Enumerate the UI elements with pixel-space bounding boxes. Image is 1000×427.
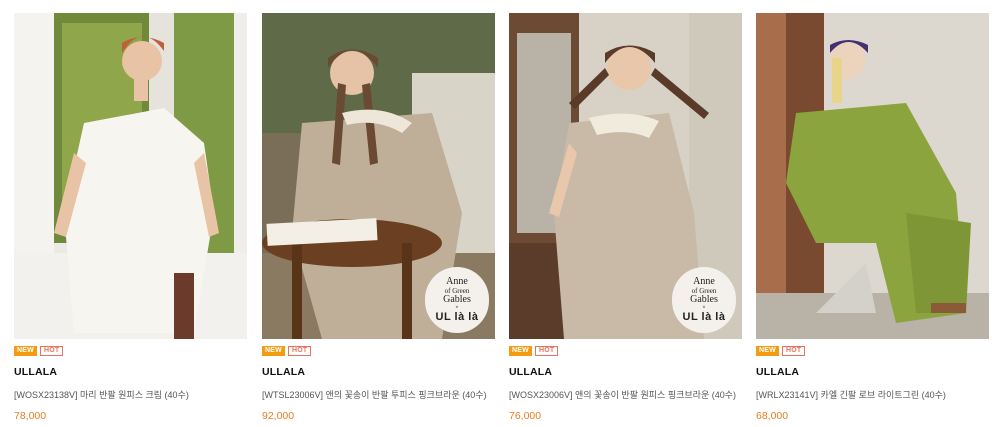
hot-badge: HOT <box>39 346 64 356</box>
hot-badge: HOT <box>781 346 806 356</box>
product-price: 92,000 <box>262 410 295 422</box>
hot-badge: HOT <box>287 346 312 356</box>
product-price: 78,000 <box>14 410 47 422</box>
product-image[interactable] <box>14 13 247 339</box>
badge-group: NEW HOT <box>509 346 742 356</box>
product-photo-light-green-robe <box>756 13 989 339</box>
brand-name: ULLALA <box>14 366 58 378</box>
product-image[interactable] <box>756 13 989 339</box>
new-badge: NEW <box>262 346 285 356</box>
product-card[interactable]: NEW HOT ULLALA [WRLX23141V] 카엘 긴팔 로브 라이트… <box>756 13 989 423</box>
new-badge: NEW <box>756 346 779 356</box>
badge-group: NEW HOT <box>756 346 989 356</box>
product-name[interactable]: [WOSX23138V] 마리 반팔 원피스 크림 (40수) <box>14 388 247 400</box>
product-card[interactable]: Anne of Green Gables × UL là là NEW HOT … <box>262 13 495 423</box>
hot-badge: HOT <box>534 346 559 356</box>
brand-name: ULLALA <box>756 366 800 378</box>
new-badge: NEW <box>509 346 532 356</box>
product-photo-cream-dress <box>14 13 247 339</box>
product-image[interactable]: Anne of Green Gables × UL là là <box>509 13 742 339</box>
product-price: 68,000 <box>756 410 789 422</box>
product-card[interactable]: NEW HOT ULLALA [WOSX23138V] 마리 반팔 원피스 크림… <box>14 13 247 423</box>
new-badge: NEW <box>14 346 37 356</box>
brand-name: ULLALA <box>509 366 553 378</box>
badge-group: NEW HOT <box>14 346 247 356</box>
product-name[interactable]: [WRLX23141V] 카엘 긴팔 로브 라이트그린 (40수) <box>756 388 989 400</box>
product-name[interactable]: [WOSX23006V] 앤의 꽃송이 반팔 원피스 핑크브라운 (40수) <box>509 388 742 400</box>
brand-name: ULLALA <box>262 366 306 378</box>
product-name[interactable]: [WTSL23006V] 앤의 꽃송이 반팔 투피스 핑크브라운 (40수) <box>262 388 495 400</box>
anne-ullala-collab-logo: Anne of Green Gables × UL là là <box>672 267 736 333</box>
product-grid: NEW HOT ULLALA [WOSX23138V] 마리 반팔 원피스 크림… <box>0 0 1000 427</box>
product-image[interactable]: Anne of Green Gables × UL là là <box>262 13 495 339</box>
product-card[interactable]: Anne of Green Gables × UL là là NEW HOT … <box>509 13 742 423</box>
anne-ullala-collab-logo: Anne of Green Gables × UL là là <box>425 267 489 333</box>
product-price: 76,000 <box>509 410 542 422</box>
badge-group: NEW HOT <box>262 346 495 356</box>
